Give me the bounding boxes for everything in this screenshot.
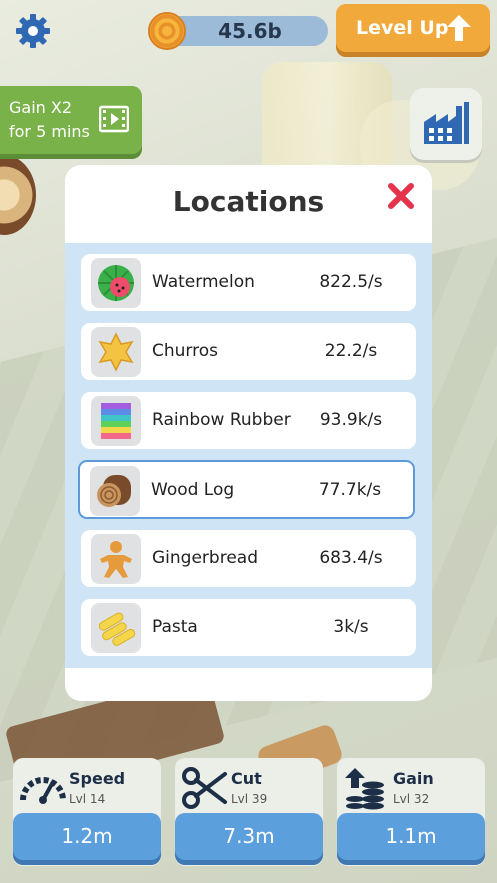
location-rate: 77.7k/s: [318, 480, 382, 500]
arrow-up-icon: [447, 15, 471, 41]
pasta-icon: [91, 603, 141, 653]
factory-icon: [424, 102, 469, 144]
location-row-watermelon[interactable]: Watermelon 822.5/s: [81, 254, 416, 311]
upgrade-card-speed: Speed Lvl 14 1.2m: [13, 758, 161, 866]
wood-log-decor: [0, 155, 36, 235]
currency-value: 45.6b: [218, 19, 282, 43]
location-row-gingerbread[interactable]: Gingerbread 683.4/s: [81, 530, 416, 587]
watermelon-icon: [91, 258, 141, 308]
speedometer-icon: [20, 777, 66, 804]
churros-icon: [91, 327, 141, 377]
gain-ad-line2: for 5 mins: [9, 122, 90, 141]
locations-title: Locations: [172, 185, 325, 218]
wood-coin-icon: [148, 12, 186, 50]
gear-icon[interactable]: [14, 12, 52, 50]
upgrade-title: Gain: [393, 769, 434, 788]
close-x-icon[interactable]: [386, 181, 416, 211]
upgrade-card-cut: Cut Lvl 39 7.3m: [175, 758, 323, 866]
location-row-pasta[interactable]: Pasta 3k/s: [81, 599, 416, 656]
location-row-wood-log[interactable]: Wood Log 77.7k/s: [78, 460, 415, 519]
location-rate: 683.4/s: [319, 548, 383, 568]
wood-log-icon: [90, 466, 140, 516]
location-rate: 93.9k/s: [319, 410, 383, 430]
upgrade-level: Lvl 39: [231, 792, 268, 806]
location-name: Watermelon: [152, 272, 255, 292]
location-rate: 822.5/s: [319, 272, 383, 292]
location-rate: 22.2/s: [324, 341, 378, 361]
gain-x2-ad-button[interactable]: Gain X2 for 5 mins: [0, 86, 142, 154]
upgrade-title: Cut: [231, 769, 262, 788]
location-row-rainbow-rubber[interactable]: Rainbow Rubber 93.9k/s: [81, 392, 416, 449]
upgrade-level: Lvl 32: [393, 792, 430, 806]
level-up-label: Level Up: [356, 17, 449, 39]
factory-button[interactable]: [410, 88, 482, 160]
level-up-button[interactable]: Level Up: [336, 4, 490, 52]
gain-ad-line1: Gain X2: [9, 98, 73, 117]
location-row-churros[interactable]: Churros 22.2/s: [81, 323, 416, 380]
scissors-icon: [182, 767, 227, 809]
video-film-icon: [99, 105, 129, 133]
upgrade-speed-button[interactable]: 1.2m: [13, 813, 161, 860]
upgrade-cut-button[interactable]: 7.3m: [175, 813, 323, 860]
location-name: Wood Log: [151, 480, 235, 500]
gingerbread-icon: [91, 534, 141, 584]
location-name: Pasta: [152, 617, 198, 637]
upgrade-level: Lvl 14: [69, 792, 106, 806]
upgrade-title: Speed: [69, 769, 126, 788]
upgrade-card-gain: Gain Lvl 32 1.1m: [337, 758, 485, 866]
location-name: Gingerbread: [152, 548, 258, 568]
location-rate: 3k/s: [333, 617, 369, 637]
location-name: Rainbow Rubber: [152, 410, 291, 430]
location-name: Churros: [152, 341, 218, 361]
upgrade-gain-button[interactable]: 1.1m: [337, 813, 485, 860]
rainbow-rubber-icon: [91, 396, 141, 446]
coin-stack-icon: [345, 768, 384, 810]
